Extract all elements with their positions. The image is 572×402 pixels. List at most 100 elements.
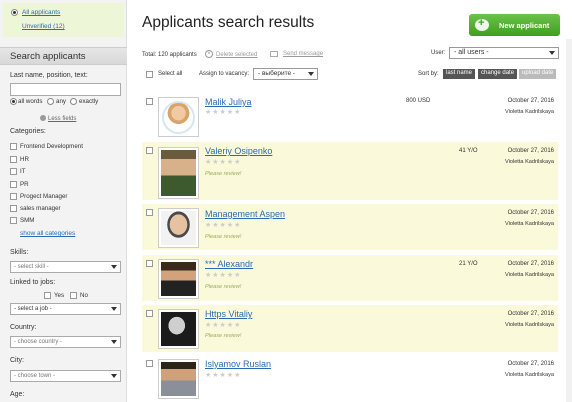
rating-stars[interactable]: ★★★★★: [205, 321, 241, 329]
category-checkbox[interactable]: [10, 143, 17, 150]
row-checkbox[interactable]: [146, 360, 153, 367]
categories-label: Categories:: [10, 128, 46, 135]
applicant-row[interactable]: Islyamov Ruslan ★★★★★ October 27, 2016 V…: [142, 355, 558, 402]
linked-no-label: No: [80, 292, 88, 299]
applicant-owner: Violetta Kadrilskaya: [504, 221, 554, 227]
all-applicants-link[interactable]: All applicants: [22, 9, 60, 16]
chevron-down-icon: [308, 72, 314, 76]
applicant-owner: Violetta Kadrilskaya: [504, 322, 554, 328]
rating-stars[interactable]: ★★★★★: [205, 158, 241, 166]
category-checkbox[interactable]: [10, 168, 17, 175]
avatar: [162, 101, 195, 134]
match-all-words-radio[interactable]: [10, 98, 17, 105]
delete-selected-link[interactable]: Delete selected: [216, 52, 257, 58]
match-exactly-label: exactly: [79, 98, 99, 105]
category-label: PR: [20, 181, 29, 188]
row-checkbox[interactable]: [146, 209, 153, 216]
applicant-name-link[interactable]: Https Vitaliy: [205, 309, 252, 319]
linked-yes-label: Yes: [54, 292, 65, 299]
match-exactly-radio[interactable]: [70, 98, 77, 105]
applicant-name-link[interactable]: Islyamov Ruslan: [205, 359, 271, 369]
category-checkbox[interactable]: [10, 217, 17, 224]
applicant-date: October 27, 2016: [507, 148, 554, 154]
name-search-input[interactable]: [10, 83, 121, 96]
match-all-words-label: all words: [18, 98, 43, 105]
less-fields-label: Less fields: [48, 116, 77, 122]
row-checkbox[interactable]: [146, 260, 153, 267]
linked-yes-checkbox[interactable]: [44, 292, 51, 299]
applicant-row[interactable]: Management Aspen ★★★★★ Please review! Oc…: [142, 204, 558, 250]
job-select[interactable]: - select a job -: [10, 303, 121, 315]
row-checkbox[interactable]: [146, 310, 153, 317]
row-checkbox[interactable]: [146, 147, 153, 154]
rating-stars[interactable]: ★★★★★: [205, 221, 241, 229]
job-select-value: - select a job -: [14, 306, 52, 312]
less-fields-toggle[interactable]: Less fields: [40, 115, 76, 122]
applicant-photo[interactable]: [158, 359, 199, 399]
sidebar: All applicants Unverified (12) Search ap…: [0, 0, 127, 402]
country-label: Country:: [10, 324, 37, 331]
row-checkbox[interactable]: [146, 98, 153, 105]
new-applicant-button[interactable]: New applicant: [469, 14, 560, 36]
applicant-name-link[interactable]: *** Alexandr: [205, 259, 253, 269]
category-checkbox[interactable]: [10, 156, 17, 163]
assign-vacancy-value: - выберите -: [258, 70, 296, 77]
applicant-photo[interactable]: [158, 208, 199, 248]
applicant-owner: Violetta Kadrilskaya: [504, 372, 554, 378]
category-checkbox[interactable]: [10, 193, 17, 200]
skills-select[interactable]: - select skill -: [10, 261, 121, 273]
avatar: [161, 362, 196, 396]
applicant-row[interactable]: Https Vitaliy ★★★★★ Please review! Octob…: [142, 305, 558, 352]
category-label: HR: [20, 156, 29, 163]
linked-no-checkbox[interactable]: [70, 292, 77, 299]
applicant-photo[interactable]: [158, 147, 199, 199]
rating-stars[interactable]: ★★★★★: [205, 108, 241, 116]
age-label: Age:: [10, 391, 25, 398]
applicant-name-link[interactable]: Management Aspen: [205, 209, 285, 219]
sort-last-name-button[interactable]: last name: [443, 69, 476, 79]
skills-label: Skills:: [10, 249, 29, 256]
category-checkbox[interactable]: [10, 181, 17, 188]
skills-select-value: - select skill -: [14, 264, 49, 270]
select-all-label: Select all: [158, 71, 183, 77]
sort-change-date-button[interactable]: change date: [478, 69, 518, 79]
page-title: Applicants search results: [142, 14, 315, 31]
rating-stars[interactable]: ★★★★★: [205, 371, 241, 379]
send-message-link[interactable]: Send message: [283, 51, 323, 57]
applicant-name-link[interactable]: Valeriy Osipenko: [205, 146, 272, 156]
applicant-salary: 800 USD: [406, 98, 431, 104]
applicant-date: October 27, 2016: [507, 210, 554, 216]
user-filter-select[interactable]: - all users -: [449, 47, 559, 59]
select-all-checkbox[interactable]: [146, 71, 153, 78]
applicant-photo[interactable]: [158, 259, 199, 299]
applicant-row[interactable]: Valeriy Osipenko ★★★★★ Please review! 41…: [142, 142, 558, 200]
applicant-owner: Violetta Kadrilskaya: [504, 272, 554, 278]
category-label: SMM: [20, 217, 35, 224]
sort-by-label: Sort by:: [418, 71, 439, 77]
unverified-link[interactable]: Unverified (12): [22, 23, 65, 30]
chevron-down-icon: [111, 340, 117, 344]
all-applicants-radio[interactable]: [11, 9, 18, 16]
applicant-row[interactable]: Malik Juliya ★★★★★ 800 USD October 27, 2…: [142, 93, 558, 140]
applicant-photo[interactable]: [158, 309, 199, 349]
name-search-label: Last name, position, text:: [10, 72, 88, 79]
chevron-down-icon: [111, 307, 117, 311]
sort-upload-date-button[interactable]: upload date: [519, 69, 557, 79]
match-any-radio[interactable]: [47, 98, 54, 105]
rating-stars[interactable]: ★★★★★: [205, 271, 241, 279]
assign-vacancy-label: Assign to vacancy:: [199, 71, 250, 77]
applicant-date: October 27, 2016: [507, 311, 554, 317]
applicant-row[interactable]: *** Alexandr ★★★★★ Please review! 21 Y/O…: [142, 255, 558, 301]
country-select[interactable]: - choose country -: [10, 336, 121, 348]
applicant-date: October 27, 2016: [507, 98, 554, 104]
show-all-categories-link[interactable]: show all categories: [20, 230, 75, 237]
chevron-down-icon: [111, 374, 117, 378]
applicant-owner: Violetta Kadrilskaya: [504, 159, 554, 165]
total-count: Total: 120 applicants: [142, 52, 197, 58]
scrollbar[interactable]: [566, 39, 572, 402]
applicant-name-link[interactable]: Malik Juliya: [205, 97, 252, 107]
assign-vacancy-select[interactable]: - выберите -: [253, 68, 318, 80]
category-checkbox[interactable]: [10, 205, 17, 212]
applicant-photo[interactable]: [158, 97, 199, 137]
city-select[interactable]: - choose town -: [10, 370, 121, 382]
